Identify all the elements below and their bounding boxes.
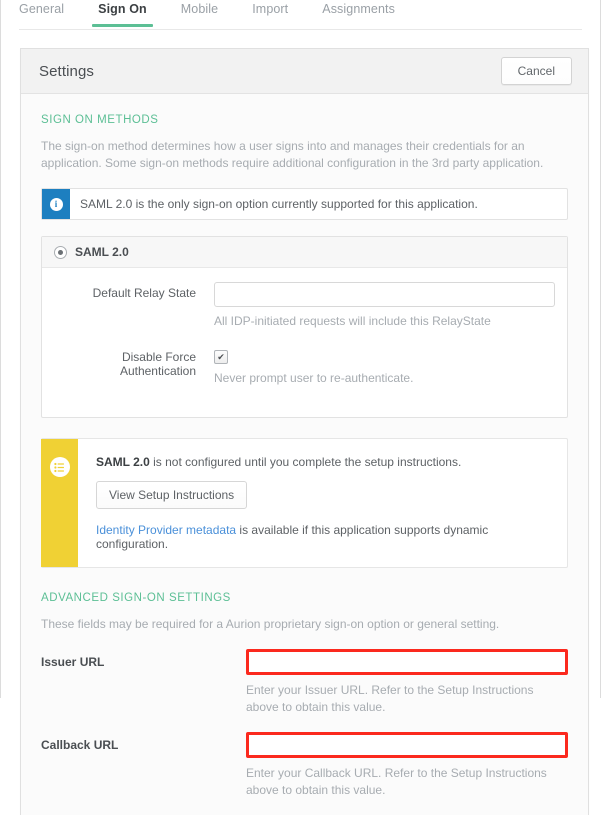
info-banner-text: SAML 2.0 is the only sign-on option curr… [70, 189, 567, 219]
setup-panel-metadata-line: Identity Provider metadata is available … [96, 523, 551, 551]
default-relay-state-hint: All IDP-initiated requests will include … [214, 313, 555, 330]
info-banner: i SAML 2.0 is the only sign-on option cu… [41, 188, 568, 220]
list-icon [50, 457, 70, 477]
settings-card-header: Settings Cancel [21, 49, 588, 94]
callback-url-row: Callback URL Enter your Callback URL. Re… [41, 732, 568, 815]
view-setup-instructions-button[interactable]: View Setup Instructions [96, 481, 247, 509]
callback-url-input[interactable] [246, 732, 568, 758]
default-relay-state-input[interactable] [214, 282, 555, 307]
advanced-settings-description: These fields may be required for a Aurio… [41, 616, 568, 633]
setup-panel-message-bold: SAML 2.0 [96, 455, 150, 469]
app-tabbar: General Sign On Mobile Import Assignment… [1, 0, 600, 30]
disable-force-auth-label: Disable Force Authentication [54, 346, 214, 401]
sign-on-methods-description: The sign-on method determines how a user… [41, 138, 568, 172]
sign-on-methods-heading: SIGN ON METHODS [41, 114, 568, 126]
saml-radio[interactable] [54, 246, 67, 259]
issuer-url-label: Issuer URL [41, 649, 246, 732]
settings-card-body: SIGN ON METHODS The sign-on method deter… [21, 94, 588, 815]
tab-general[interactable]: General [19, 0, 64, 26]
callback-url-hint: Enter your Callback URL. Refer to the Se… [246, 765, 568, 799]
page-title: Settings [39, 63, 94, 80]
cancel-button[interactable]: Cancel [501, 57, 572, 85]
setup-panel-message-rest: is not configured until you complete the… [150, 455, 462, 469]
issuer-url-row: Issuer URL Enter your Issuer URL. Refer … [41, 649, 568, 732]
info-icon: i [50, 198, 63, 211]
saml-method-box: SAML 2.0 Default Relay State All IDP-ini… [41, 236, 568, 418]
default-relay-state-row: Default Relay State All IDP-initiated re… [54, 282, 555, 344]
tab-sign-on[interactable]: Sign On [98, 0, 147, 26]
disable-force-auth-hint: Never prompt user to re-authenticate. [214, 370, 555, 387]
tab-assignments[interactable]: Assignments [322, 0, 395, 26]
setup-panel-accent-bar [41, 439, 78, 567]
disable-force-auth-control: ✔ Never prompt user to re-authenticate. [214, 346, 555, 401]
tab-import[interactable]: Import [252, 0, 288, 26]
saml-method-body: Default Relay State All IDP-initiated re… [42, 268, 567, 417]
issuer-url-hint: Enter your Issuer URL. Refer to the Setu… [246, 682, 568, 716]
disable-force-auth-checkbox[interactable]: ✔ [214, 350, 228, 364]
saml-method-header[interactable]: SAML 2.0 [42, 237, 567, 268]
disable-force-auth-row: Disable Force Authentication ✔ Never pro… [54, 346, 555, 401]
issuer-url-control: Enter your Issuer URL. Refer to the Setu… [246, 649, 568, 732]
identity-provider-metadata-link[interactable]: Identity Provider metadata [96, 523, 236, 537]
callback-url-label: Callback URL [41, 732, 246, 815]
callback-url-control: Enter your Callback URL. Refer to the Se… [246, 732, 568, 815]
app-page: General Sign On Mobile Import Assignment… [0, 0, 601, 698]
setup-instructions-panel: SAML 2.0 is not configured until you com… [41, 438, 568, 568]
tab-mobile[interactable]: Mobile [181, 0, 218, 26]
setup-panel-content: SAML 2.0 is not configured until you com… [78, 439, 567, 567]
saml-method-label: SAML 2.0 [75, 245, 129, 259]
settings-card: Settings Cancel SIGN ON METHODS The sign… [20, 48, 589, 815]
issuer-url-input[interactable] [246, 649, 568, 675]
advanced-settings-heading: ADVANCED SIGN-ON SETTINGS [41, 592, 568, 604]
default-relay-state-label: Default Relay State [54, 282, 214, 344]
info-icon-container: i [42, 189, 70, 219]
setup-panel-message: SAML 2.0 is not configured until you com… [96, 455, 551, 469]
default-relay-state-control: All IDP-initiated requests will include … [214, 282, 555, 344]
